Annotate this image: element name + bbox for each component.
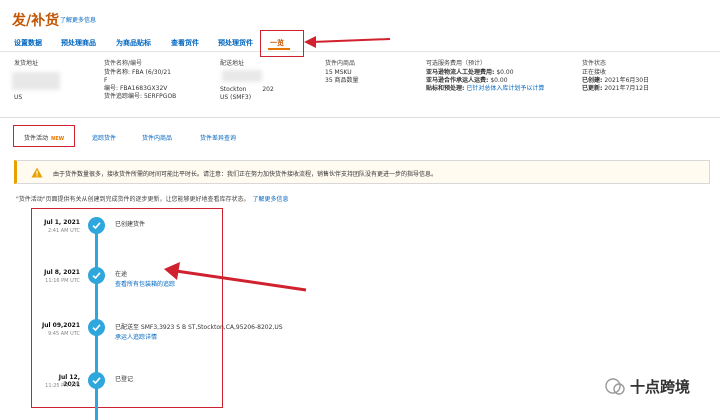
fees-header: 可选服务费用（预计）	[426, 60, 487, 67]
shipment-id-label: 编号:	[104, 85, 119, 92]
event-time: 9:45 AM UTC	[47, 331, 80, 337]
alert-text: 由于货件数量很多，接收货件所需的时间可能比平时长。请注意：我们正在努力加快货件接…	[53, 171, 438, 178]
event-time: 11:25 PM UTC	[45, 383, 80, 389]
handling-fee: $0.00	[496, 69, 514, 76]
origin-column: 发货地址 US	[12, 60, 60, 102]
unit-count: 35 商品数量	[325, 77, 359, 84]
info-alert: 由于货件数量很多，接收货件所需的时间可能比平时长。请注意：我们正在努力加快货件接…	[14, 160, 710, 184]
fees-column: 可选服务费用（预计） 亚马逊物流人工处理费用: $0.00 亚马逊合作承运人运费…	[426, 60, 544, 93]
tab-track-shipment[interactable]: 追踪货件	[92, 133, 116, 142]
prep-fee-label: 贴标和预处理:	[426, 85, 465, 92]
carrier-tracking-link[interactable]: 承运人追踪详情	[115, 332, 157, 341]
status-value: 正在接收	[582, 69, 607, 76]
prep-fee-link[interactable]: 已针对总体入库计划予以计算	[466, 85, 544, 92]
contents-column: 货件内商品 15 MSKU 35 商品数量	[325, 60, 359, 85]
event-title: 在途	[115, 271, 128, 278]
created-label: 已创建:	[582, 77, 603, 84]
wechat-logo-icon	[605, 378, 625, 395]
shipment-name-label: 货件名称:	[104, 69, 131, 76]
shipment-id: FBA1683GX32V	[119, 85, 168, 92]
check-icon	[88, 267, 105, 284]
destination-center: US (SMF3)	[220, 94, 252, 101]
tab-set-quantity[interactable]: 设置数据	[14, 38, 42, 48]
activity-description: "货件活动"页面提供有关从创建到完成货件的逐步更新，让您能够更好地查看库存状态。…	[16, 194, 289, 203]
annotation-box-activity-tab	[13, 125, 75, 147]
event-time: 11:16 PM UTC	[45, 278, 80, 284]
description-learn-more-link[interactable]: 了解更多信息	[253, 196, 289, 203]
annotation-box-summary-tab	[260, 30, 304, 57]
redacted-area	[12, 72, 60, 90]
shipment-info: 发货地址 US 货件名称/编号 货件名称: FBA (6/30/21 F 编号:…	[0, 56, 720, 118]
carrier-fee: $0.00	[490, 77, 508, 84]
check-icon	[88, 217, 105, 234]
redacted-area	[222, 70, 262, 82]
warning-icon	[31, 167, 43, 178]
created-date: 2021年6月30日	[604, 77, 650, 84]
description-text: "货件活动"页面提供有关从创建到完成货件的逐步更新，让您能够更好地查看库存状态。	[16, 196, 250, 203]
event-title: 已登记	[115, 376, 134, 383]
tab-shipment-contents[interactable]: 货件内商品	[142, 133, 172, 142]
watermark-text: 十点跨境	[630, 378, 691, 396]
learn-more-link[interactable]: 了解更多信息	[60, 15, 96, 24]
status-column: 货件状态 正在接收 已创建: 2021年6月30日 已更新: 2021年7月12…	[582, 60, 649, 93]
status-header: 货件状态	[582, 60, 607, 67]
destination-zip: 202	[262, 86, 274, 93]
event-date: Jul 8, 2021	[44, 269, 80, 276]
check-icon	[88, 319, 105, 336]
destination-column: 配送地址 Stockton 202 US (SMF3)	[220, 60, 274, 102]
workflow-tabs: 设置数据 预处理商品 为商品贴标 查看货件 预处理货件 一览	[0, 30, 720, 52]
updated-date: 2021年7月12日	[604, 85, 650, 92]
tab-review-shipments[interactable]: 查看货件	[171, 38, 199, 48]
origin-header: 发货地址	[14, 60, 39, 67]
event-date: Jul 09,2021	[42, 322, 80, 329]
shipment-name: FBA (6/30/21	[131, 69, 172, 76]
carrier-fee-label: 亚马逊合作承运人运费:	[426, 77, 489, 84]
destination-header: 配送地址	[220, 60, 245, 67]
tracking-number: 5ERFPGOB	[143, 93, 177, 100]
tab-prepare-shipments[interactable]: 预处理货件	[218, 38, 253, 48]
updated-label: 已更新:	[582, 85, 603, 92]
shipment-sub-tabs: 货件活动 NEW 追踪货件 货件内商品 货件差异查询	[0, 120, 720, 152]
tracking-label: 货件追踪编号:	[104, 93, 143, 100]
view-box-tracking-link[interactable]: 查看所有包装箱的追踪	[115, 279, 175, 288]
event-time: 2:41 AM UTC	[47, 228, 80, 234]
handling-fee-label: 亚马逊物流人工处理费用:	[426, 69, 495, 76]
origin-country: US	[14, 94, 23, 101]
event-date: Jul 1, 2021	[44, 219, 80, 226]
tab-prepare-products[interactable]: 预处理商品	[61, 38, 96, 48]
tab-label-products[interactable]: 为商品贴标	[116, 38, 151, 48]
event-title: 已配送至 SMF3,3923 S B ST,Stockton,CA,95206-…	[115, 324, 283, 331]
tab-reconciliation[interactable]: 货件差异查询	[200, 133, 236, 142]
msku-count: 15 MSKU	[325, 69, 352, 76]
contents-header: 货件内商品	[325, 60, 356, 67]
shipment-column: 货件名称/编号 货件名称: FBA (6/30/21 F 编号: FBA1683…	[104, 60, 177, 100]
check-icon	[88, 372, 105, 389]
destination-city: Stockton	[220, 86, 247, 93]
page-title: 发/补货	[12, 13, 60, 29]
shipment-header: 货件名称/编号	[104, 60, 143, 67]
event-title: 已创建货件	[115, 221, 146, 228]
